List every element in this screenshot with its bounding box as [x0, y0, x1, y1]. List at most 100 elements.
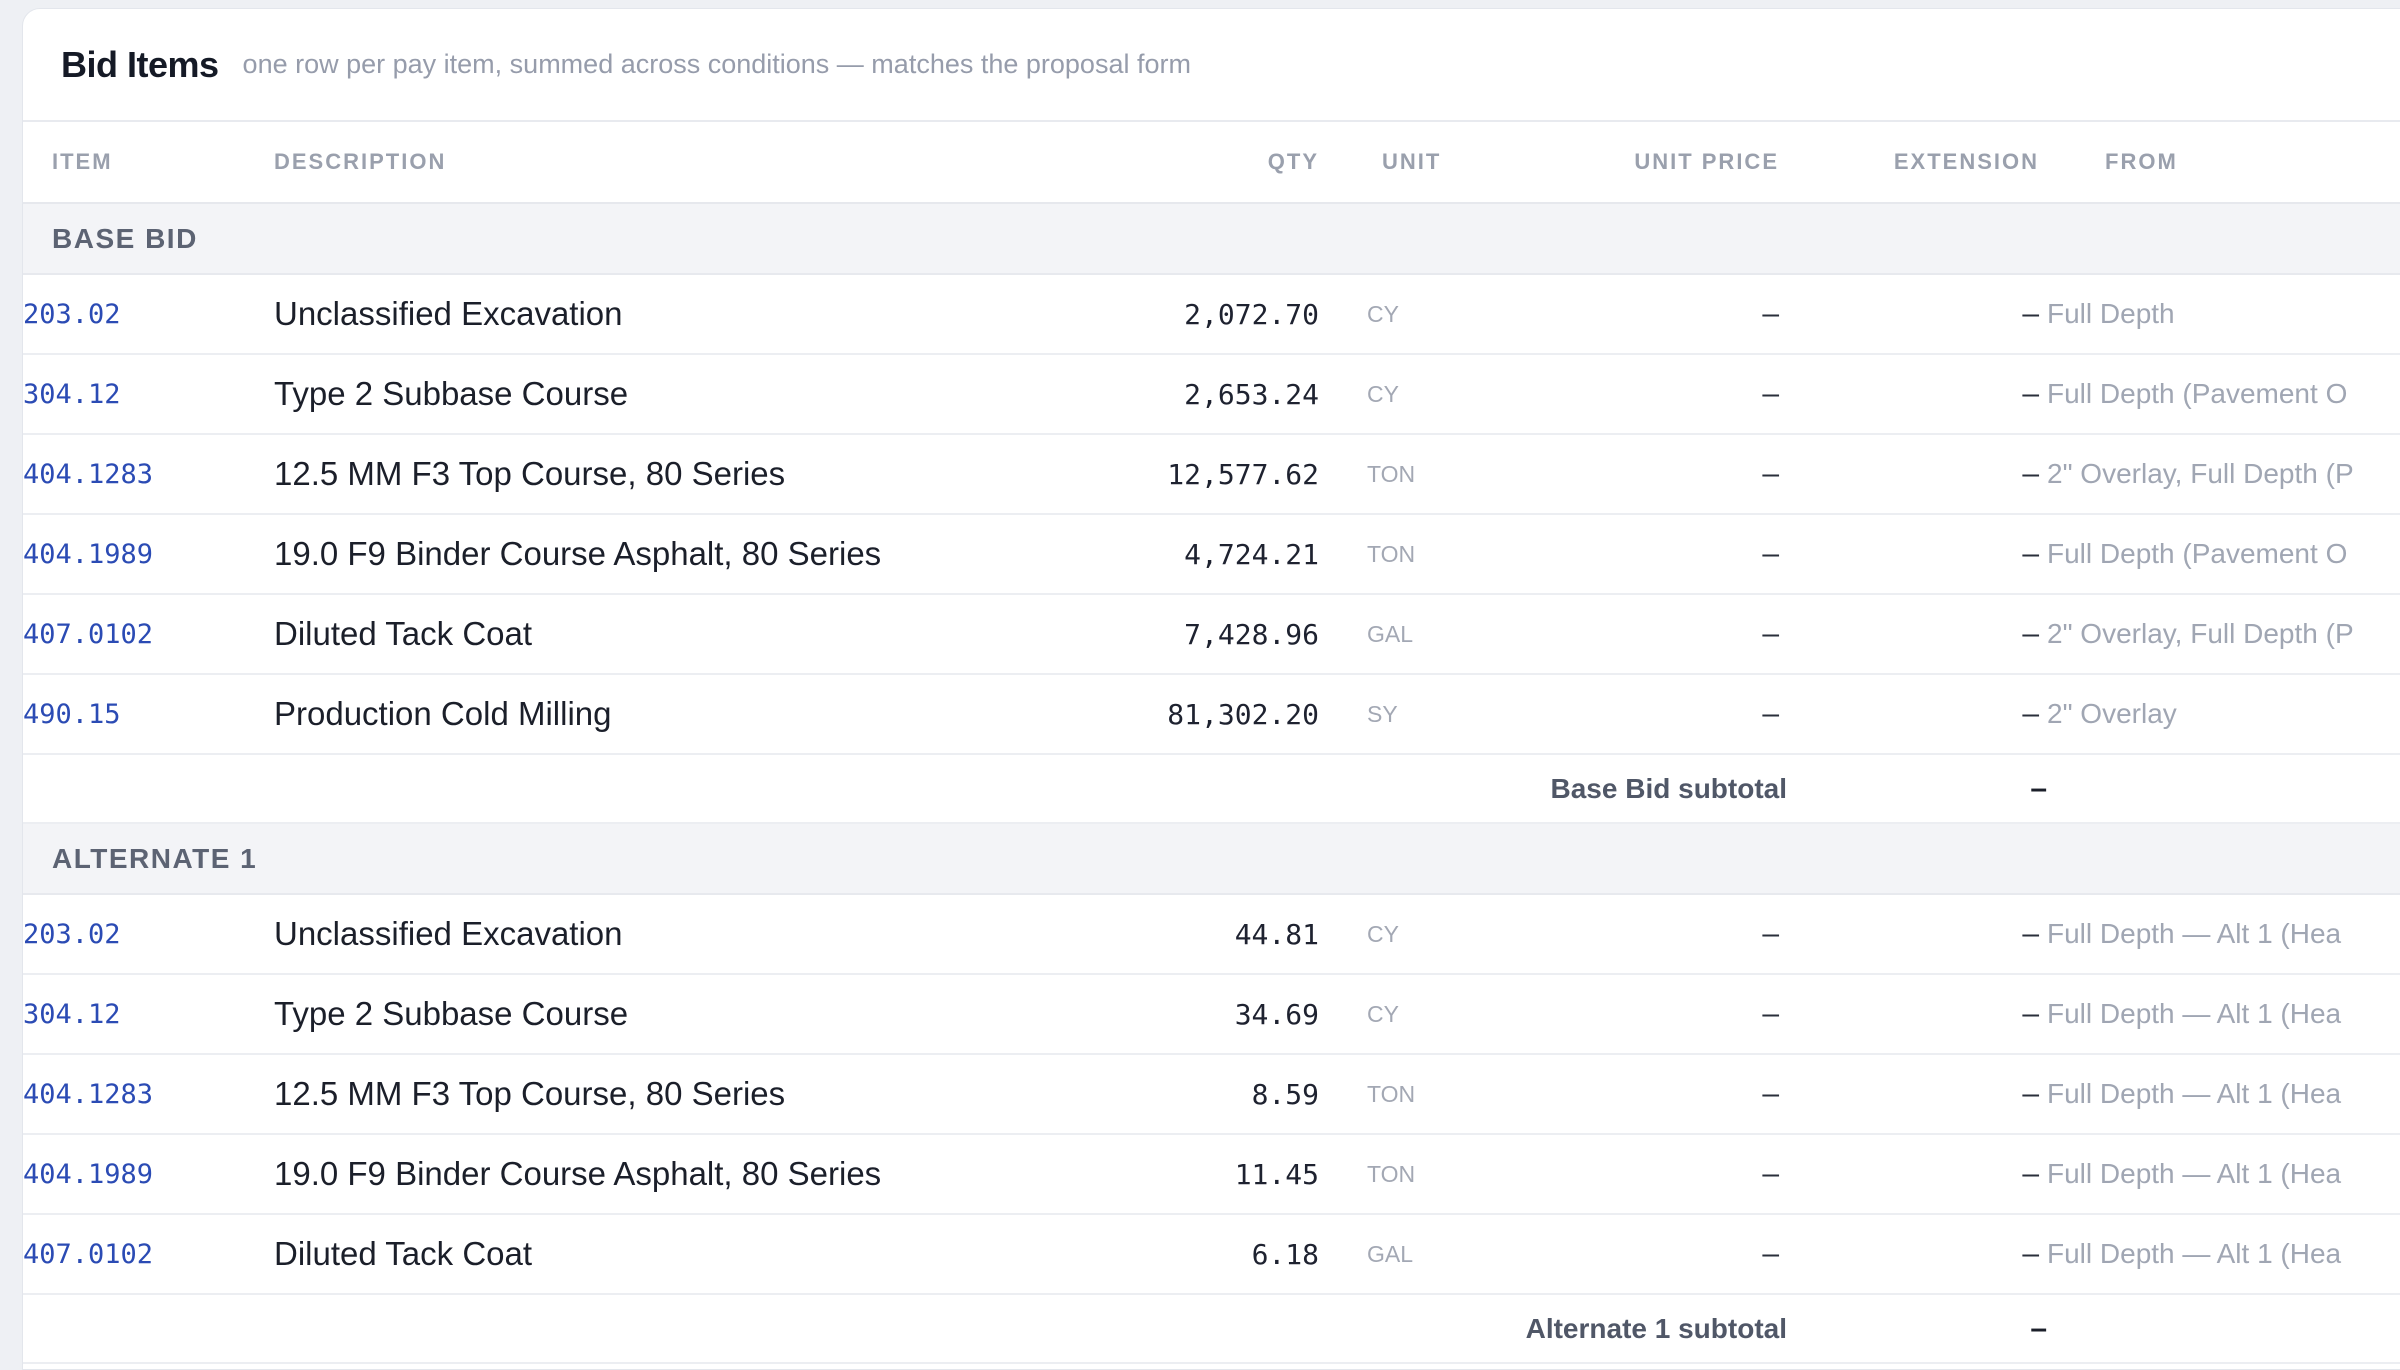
item-quantity: 34.69: [1007, 974, 1367, 1055]
subtotal-spacer: [2047, 1294, 2400, 1364]
item-unit-price[interactable]: –: [1505, 1214, 1787, 1295]
item-extension: –: [1787, 594, 2047, 675]
item-unit: GAL: [1367, 594, 1505, 675]
item-extension: –: [1787, 354, 2047, 435]
subtotal-spacer: [23, 1294, 1505, 1364]
item-extension: –: [1787, 1134, 2047, 1215]
table-row[interactable]: 407.0102 Diluted Tack Coat 6.18 GAL – – Full D…: [23, 1214, 2400, 1295]
item-quantity: 11.45: [1007, 1134, 1367, 1215]
item-extension: –: [1787, 274, 2047, 355]
item-unit: CY: [1367, 274, 1505, 355]
item-unit: SY: [1367, 674, 1505, 755]
item-code-link[interactable]: 203.02: [23, 274, 274, 355]
item-source-conditions: Full Depth — Alt 1 (Hea: [2047, 1214, 2400, 1295]
group-title: BASE BID: [23, 203, 2400, 275]
item-unit: CY: [1367, 894, 1505, 975]
item-code-link[interactable]: 304.12: [23, 974, 274, 1055]
item-unit: TON: [1367, 514, 1505, 595]
item-code-link[interactable]: 404.1283: [23, 1054, 274, 1135]
item-extension: –: [1787, 674, 2047, 755]
item-unit-price[interactable]: –: [1505, 894, 1787, 975]
table-row[interactable]: 203.02 Unclassified Excavation 44.81 CY – – Fu…: [23, 894, 2400, 975]
item-source-conditions: Full Depth — Alt 1 (Hea: [2047, 1134, 2400, 1215]
item-quantity: 4,724.21: [1007, 514, 1367, 595]
item-description: Unclassified Excavation: [274, 894, 1007, 975]
column-header-description[interactable]: DESCRIPTION: [274, 122, 1007, 204]
column-header-unit[interactable]: UNIT: [1367, 122, 1505, 204]
table-header-row: ITEM DESCRIPTION QTY UNIT UNIT PRICE EXT…: [23, 122, 2400, 204]
item-source-conditions: 2" Overlay: [2047, 674, 2400, 755]
panel-subtitle: one row per pay item, summed across cond…: [242, 49, 1191, 79]
item-extension: –: [1787, 434, 2047, 515]
subtotal-value: –: [1787, 1294, 2047, 1364]
table-row[interactable]: 404.1989 19.0 F9 Binder Course Asphalt, 8…: [23, 1134, 2400, 1215]
column-header-unit-price[interactable]: UNIT PRICE: [1505, 122, 1787, 204]
item-unit-price[interactable]: –: [1505, 974, 1787, 1055]
item-unit: CY: [1367, 974, 1505, 1055]
item-unit: TON: [1367, 1134, 1505, 1215]
table-row[interactable]: 490.15 Production Cold Milling 81,302.20 SY…: [23, 674, 2400, 755]
item-code-link[interactable]: 404.1989: [23, 514, 274, 595]
item-unit: TON: [1367, 434, 1505, 515]
column-header-item[interactable]: ITEM: [23, 122, 274, 204]
item-code-link[interactable]: 304.12: [23, 354, 274, 435]
item-description: Type 2 Subbase Course: [274, 974, 1007, 1055]
column-header-qty[interactable]: QTY: [1007, 122, 1367, 204]
item-source-conditions: Full Depth (Pavement O: [2047, 514, 2400, 595]
item-unit-price[interactable]: –: [1505, 1054, 1787, 1135]
table-row[interactable]: 203.02 Unclassified Excavation 2,072.70 CY –…: [23, 274, 2400, 355]
item-unit-price[interactable]: –: [1505, 514, 1787, 595]
panel-header: Bid Items one row per pay item, summed a…: [23, 9, 2400, 122]
item-source-conditions: Full Depth — Alt 1 (Hea: [2047, 974, 2400, 1055]
item-unit-price[interactable]: –: [1505, 1134, 1787, 1215]
item-quantity: 81,302.20: [1007, 674, 1367, 755]
item-source-conditions: Full Depth: [2047, 274, 2400, 355]
subtotal-value: –: [1787, 754, 2047, 824]
item-code-link[interactable]: 490.15: [23, 674, 274, 755]
item-unit-price[interactable]: –: [1505, 274, 1787, 355]
item-description: Type 2 Subbase Course: [274, 354, 1007, 435]
item-code-link[interactable]: 407.0102: [23, 1214, 274, 1295]
subtotal-label: Base Bid subtotal: [1505, 754, 1787, 824]
table-row[interactable]: 404.1989 19.0 F9 Binder Course Asphalt, 8…: [23, 514, 2400, 595]
group-title: ALTERNATE 1: [23, 823, 2400, 895]
item-extension: –: [1787, 974, 2047, 1055]
item-quantity: 7,428.96: [1007, 594, 1367, 675]
bid-items-table: ITEM DESCRIPTION QTY UNIT UNIT PRICE EXT…: [23, 122, 2400, 1364]
subtotal-spacer: [2047, 754, 2400, 824]
group-header-row: ALTERNATE 1: [23, 823, 2400, 895]
item-description: 12.5 MM F3 Top Course, 80 Series: [274, 1054, 1007, 1135]
item-quantity: 2,653.24: [1007, 354, 1367, 435]
table-row[interactable]: 404.1283 12.5 MM F3 Top Course, 80 Series…: [23, 1054, 2400, 1135]
item-unit-price[interactable]: –: [1505, 674, 1787, 755]
item-extension: –: [1787, 1214, 2047, 1295]
bid-items-panel: Bid Items one row per pay item, summed a…: [22, 8, 2400, 1370]
item-quantity: 6.18: [1007, 1214, 1367, 1295]
subtotal-label: Alternate 1 subtotal: [1505, 1294, 1787, 1364]
item-source-conditions: Full Depth (Pavement O: [2047, 354, 2400, 435]
subtotal-row: Base Bid subtotal –: [23, 754, 2400, 824]
item-code-link[interactable]: 404.1989: [23, 1134, 274, 1215]
item-description: 12.5 MM F3 Top Course, 80 Series: [274, 434, 1007, 515]
item-extension: –: [1787, 1054, 2047, 1135]
panel-title: Bid Items: [61, 43, 219, 85]
table-row[interactable]: 304.12 Type 2 Subbase Course 34.69 CY – – Full…: [23, 974, 2400, 1055]
item-unit: TON: [1367, 1054, 1505, 1135]
item-quantity: 8.59: [1007, 1054, 1367, 1135]
item-unit: GAL: [1367, 1214, 1505, 1295]
item-code-link[interactable]: 203.02: [23, 894, 274, 975]
column-header-extension[interactable]: EXTENSION: [1787, 122, 2047, 204]
item-unit-price[interactable]: –: [1505, 434, 1787, 515]
item-unit-price[interactable]: –: [1505, 594, 1787, 675]
table-row[interactable]: 404.1283 12.5 MM F3 Top Course, 80 Series…: [23, 434, 2400, 515]
table-row[interactable]: 407.0102 Diluted Tack Coat 7,428.96 GAL – –2"…: [23, 594, 2400, 675]
item-code-link[interactable]: 404.1283: [23, 434, 274, 515]
table-row[interactable]: 304.12 Type 2 Subbase Course 2,653.24 CY – – F…: [23, 354, 2400, 435]
column-header-from[interactable]: FROM: [2047, 122, 2400, 204]
item-unit-price[interactable]: –: [1505, 354, 1787, 435]
item-description: Unclassified Excavation: [274, 274, 1007, 355]
item-source-conditions: Full Depth — Alt 1 (Hea: [2047, 894, 2400, 975]
item-extension: –: [1787, 514, 2047, 595]
item-quantity: 44.81: [1007, 894, 1367, 975]
item-code-link[interactable]: 407.0102: [23, 594, 274, 675]
